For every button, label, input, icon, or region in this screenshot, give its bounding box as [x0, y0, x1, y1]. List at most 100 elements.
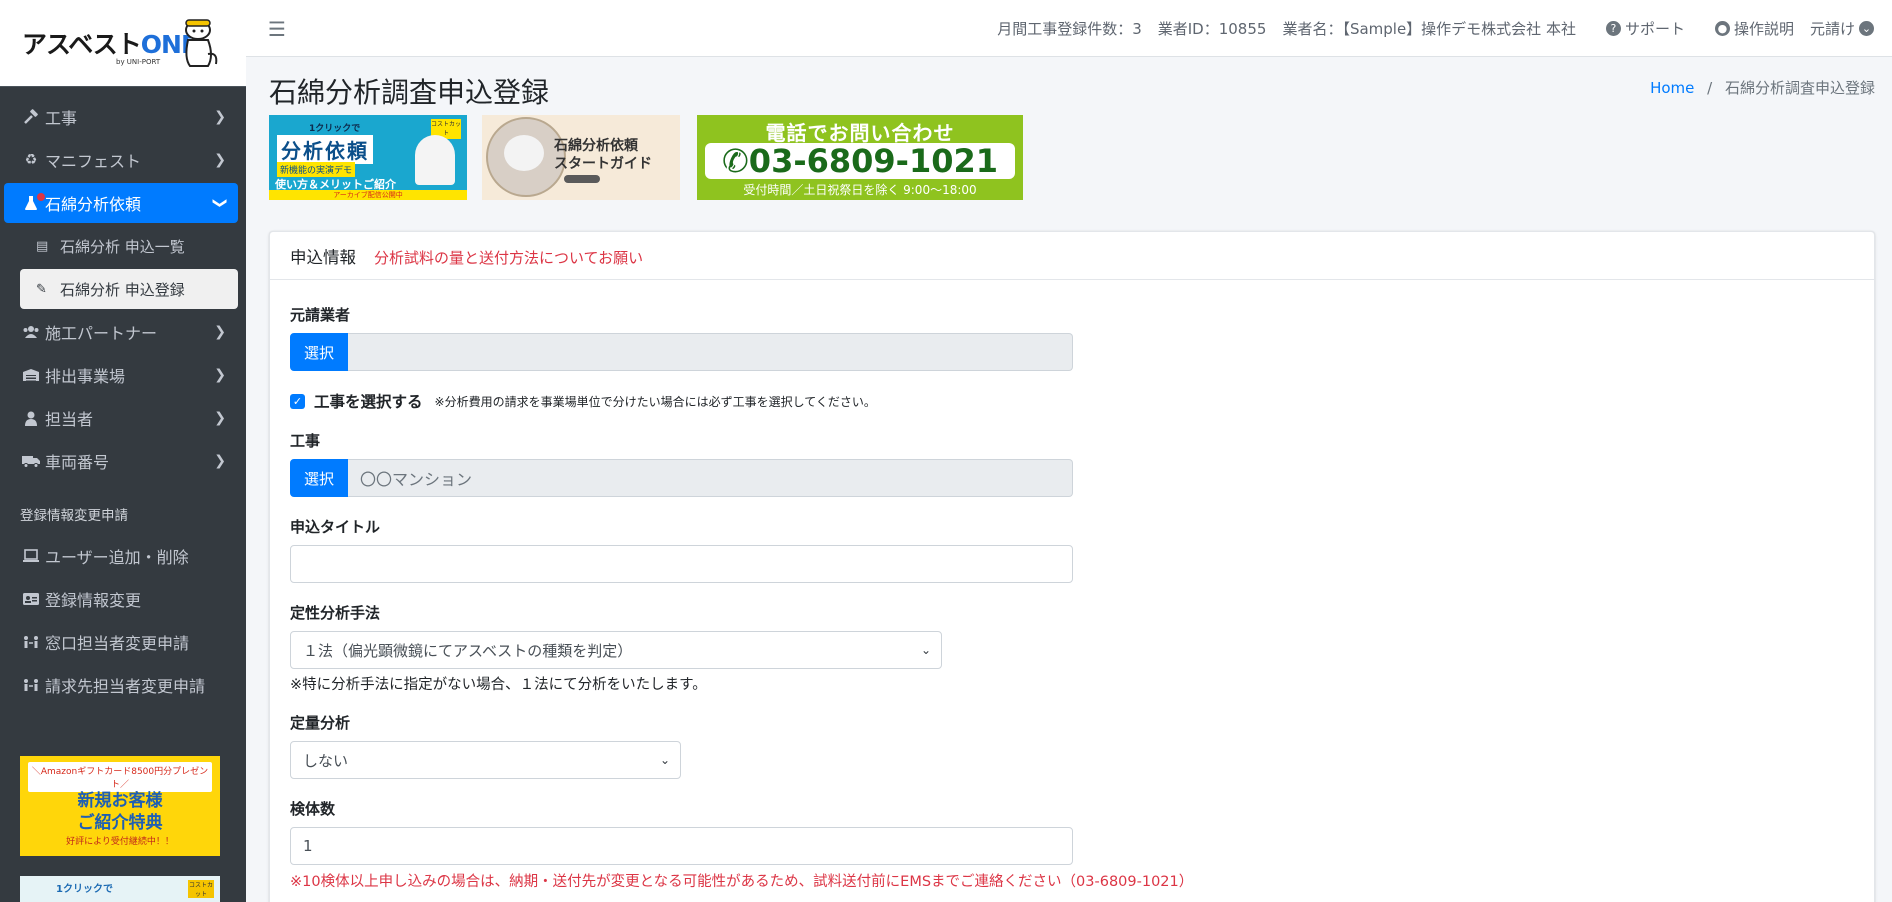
sample-shipping-info-link[interactable]: 分析試料の量と送付方法についてお願い	[374, 247, 643, 268]
sidebar: アスベストONE by UNI-PORT 工事 ❯ ♻ マニフェスト ❯ 石綿分…	[0, 0, 246, 902]
koji-select-button[interactable]: 選択	[290, 459, 348, 497]
sidebar-item-label: 請求先担当者変更申請	[45, 677, 206, 696]
chevron-right-icon: ❯	[214, 367, 226, 383]
truck-icon	[20, 452, 42, 470]
sample-count-warning: ※10検体以上申し込みの場合は、納期・送付先が変更となる可能性があるため、試料送…	[290, 874, 1194, 890]
hamburger-menu-icon[interactable]: ☰	[268, 17, 286, 41]
sidebar-item-user-add-remove[interactable]: ユーザー追加・削除	[4, 536, 238, 576]
sidebar-item-label: 窓口担当者変更申請	[45, 634, 190, 653]
sidebar-item-asbestos-analysis[interactable]: 石綿分析依頼 ❯	[4, 183, 238, 223]
business-hours: 受付時間／土日祝祭日を除く 9:00〜18:00	[743, 183, 977, 197]
phone-number: ✆03-6809-1021	[705, 143, 1015, 179]
application-form-card: 申込情報 分析試料の量と送付方法についてお願い 元請業者 選択 ✓ 工事を選択す…	[269, 231, 1875, 902]
people-arrows-icon	[20, 676, 42, 694]
banner-heading: 分析依頼	[277, 135, 373, 164]
chevron-down-icon: ⌄	[659, 753, 670, 767]
application-title-label: 申込タイトル	[290, 518, 381, 536]
manual-link[interactable]: ● 操作説明	[1714, 18, 1794, 39]
banner-caption: 1クリックで	[56, 884, 113, 895]
prime-contractor-label: 元請業者	[290, 306, 351, 324]
sidebar-item-label: ユーザー追加・削除	[45, 548, 189, 567]
sidebar-item-person[interactable]: 担当者 ❯	[4, 398, 238, 438]
card-title: 申込情報	[290, 247, 356, 267]
main-content: 石綿分析調査申込登録 Home / 石綿分析調査申込登録 1クリックで 分析依頼…	[246, 57, 1892, 902]
support-label: サポート	[1624, 20, 1685, 38]
scientist-illustration-icon	[415, 135, 455, 185]
select-koji-checkbox[interactable]: ✓	[290, 393, 305, 409]
chevron-right-icon: ❯	[214, 410, 226, 426]
question-circle-icon: ?	[1605, 21, 1621, 36]
top-info-bar: 月間工事登録件数：3 業者ID：10855 業者名：【Sample】操作デモ株式…	[997, 18, 1874, 39]
koji-label: 工事	[290, 432, 321, 450]
sidebar-item-registration-change[interactable]: 登録情報変更	[4, 579, 238, 619]
sidebar-item-partner[interactable]: 施工パートナー ❯	[4, 312, 238, 352]
sidebar-item-manifest[interactable]: ♻ マニフェスト ❯	[4, 140, 238, 180]
select-koji-note: ※分析費用の請求を事業場単位で分けたい場合には必ず工事を選択してください。	[434, 394, 876, 409]
analysis-request-demo-banner[interactable]: 1クリックで 分析依頼 新機能の実演デモ 使い方＆メリットご紹介 アーカイブ配信…	[269, 115, 467, 200]
banner-badge: コストカット	[188, 880, 214, 898]
sidebar-item-koji[interactable]: 工事 ❯	[4, 97, 238, 137]
application-title-input[interactable]	[290, 545, 1073, 583]
sidebar-item-label: 施工パートナー	[45, 324, 158, 343]
sidebar-item-label: 担当者	[45, 410, 94, 429]
referral-campaign-banner[interactable]: ＼Amazonギフトカード8500円分プレゼント／ 新規お客様 ご紹介特典 好評…	[20, 756, 220, 856]
qualitative-method-value: １法（偏光顕微鏡にてアスベストの種類を判定）	[303, 641, 633, 660]
breadcrumb: Home / 石綿分析調査申込登録	[1650, 77, 1875, 98]
role-label: 元請け	[1809, 20, 1855, 38]
manual-label: 操作説明	[1733, 20, 1794, 38]
top-navbar: ☰ 月間工事登録件数：3 業者ID：10855 業者名：【Sample】操作デモ…	[246, 0, 1892, 57]
chevron-down-icon: ⌄	[920, 643, 931, 657]
sidebar-subitem-application-register[interactable]: ✎ 石綿分析 申込登録	[20, 269, 238, 309]
monthly-count: 月間工事登録件数：3	[997, 20, 1142, 38]
chevron-right-icon: ❯	[214, 109, 226, 125]
laptop-icon	[20, 547, 42, 565]
warehouse-icon	[20, 366, 42, 384]
select-koji-label[interactable]: 工事を選択する	[314, 390, 423, 412]
breadcrumb-home-link[interactable]: Home	[1650, 79, 1694, 97]
prime-contractor-input	[348, 333, 1073, 371]
sidebar-item-contact-change[interactable]: 窓口担当者変更申請	[4, 622, 238, 662]
app-root: アスベストONE by UNI-PORT 工事 ❯ ♻ マニフェスト ❯ 石綿分…	[0, 0, 1892, 902]
brand-logo[interactable]: アスベストONE by UNI-PORT	[0, 0, 246, 87]
start-guide-banner[interactable]: 石綿分析依頼 スタートガイド	[482, 115, 680, 200]
banner-heading: 石綿分析依頼 スタートガイド	[554, 138, 652, 172]
glove-icon	[504, 135, 544, 171]
koji-field: 選択 〇〇マンション	[290, 459, 1073, 497]
quantitative-analysis-value: しない	[303, 751, 349, 770]
sidebar-item-billing-contact-change[interactable]: 請求先担当者変更申請	[4, 665, 238, 705]
id-card-icon	[20, 590, 42, 608]
prime-contractor-select-button[interactable]: 選択	[290, 333, 348, 371]
banner-caption: 好評により受付継続中！！	[66, 837, 174, 847]
sidebar-item-label: 石綿分析依頼	[45, 195, 142, 214]
brand-byline: by UNI-PORT	[116, 58, 161, 66]
breadcrumb-separator: /	[1707, 79, 1713, 97]
sidebar-subitem-application-list[interactable]: ▤ 石綿分析 申込一覧	[20, 226, 238, 266]
banner-heading: ご紹介特典	[77, 813, 163, 833]
qualitative-method-select[interactable]: １法（偏光顕微鏡にてアスベストの種類を判定） ⌄	[290, 631, 942, 669]
koji-input: 〇〇マンション	[348, 459, 1073, 497]
select-koji-checkbox-row: ✓ 工事を選択する ※分析費用の請求を事業場単位で分けたい場合には必ず工事を選択…	[290, 390, 876, 412]
phone-contact-banner[interactable]: 電話でお問い合わせ ✆03-6809-1021 受付時間／土日祝祭日を除く 9:…	[697, 115, 1023, 200]
support-link[interactable]: ? サポート	[1605, 18, 1685, 39]
sidebar-item-vehicle[interactable]: 車両番号 ❯	[4, 441, 238, 481]
quantitative-analysis-select[interactable]: しない ⌄	[290, 741, 681, 779]
user-circle-icon: ●	[1714, 21, 1730, 36]
hammer-icon	[20, 108, 42, 126]
list-icon: ▤	[36, 238, 49, 254]
banner-footer: アーカイブ配信公開中	[269, 190, 467, 200]
people-arrows-icon	[20, 633, 42, 651]
users-icon	[20, 323, 42, 341]
recycle-icon: ♻	[24, 152, 38, 168]
sample-count-input[interactable]: 1	[290, 827, 1073, 865]
banner-caption: 新機能の実演デモ	[277, 162, 356, 177]
vendor-id: 業者ID：10855	[1157, 20, 1267, 38]
sidebar-item-label: 車両番号	[45, 453, 110, 472]
sidebar-item-discharge-site[interactable]: 排出事業場 ❯	[4, 355, 238, 395]
role-dropdown[interactable]: 元請け ⌄	[1810, 18, 1874, 39]
notification-dot	[37, 193, 45, 201]
sidebar-subitem-label: 石綿分析 申込登録	[60, 280, 185, 299]
page-title: 石綿分析調査申込登録	[269, 76, 550, 109]
sidebar-item-label: 排出事業場	[45, 367, 126, 386]
one-click-banner[interactable]: 1クリックで コストカット	[20, 876, 220, 902]
